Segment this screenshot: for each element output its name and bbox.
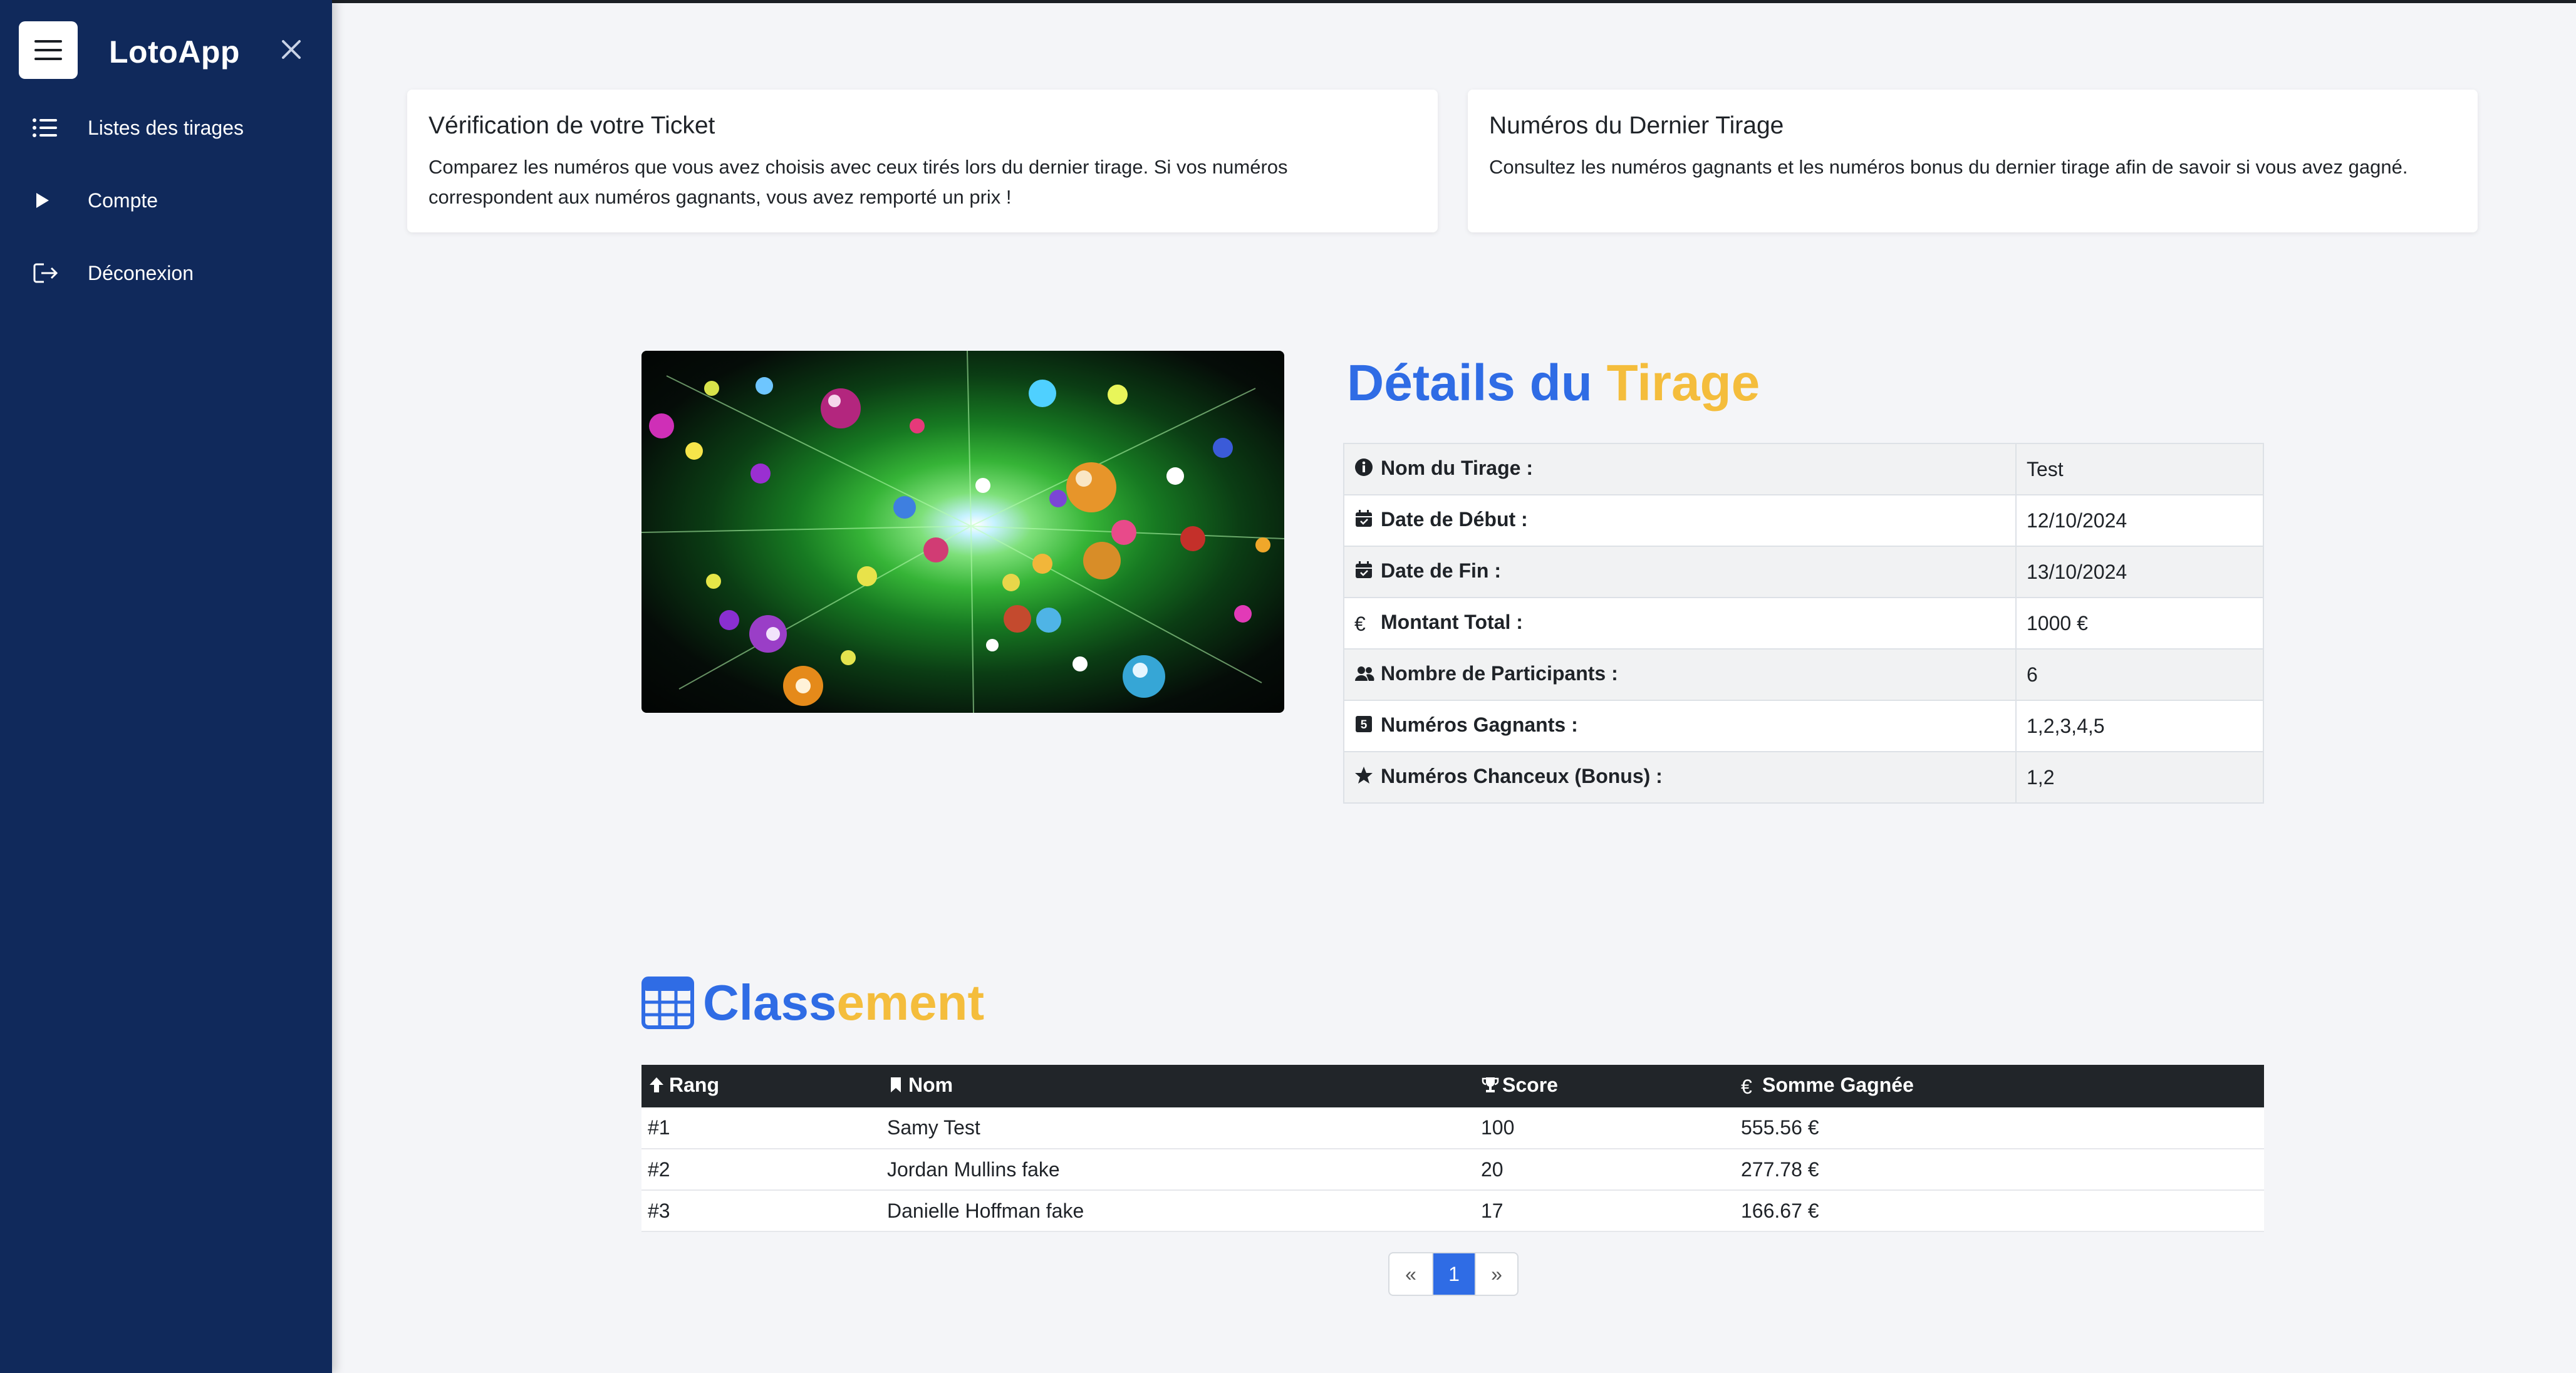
classement-title-part1: Class — [703, 975, 837, 1030]
main-content: Vérification de votre Ticket Comparez le… — [332, 3, 2576, 1373]
sidebar-item-deconexion[interactable]: Déconexion — [0, 248, 332, 298]
sidebar-item-label: Compte — [88, 189, 158, 212]
amount-cell: 277.78 € — [1735, 1149, 2264, 1191]
app-title: LotoApp — [109, 34, 240, 70]
sidebar-item-label: Déconexion — [88, 261, 194, 284]
details-label: Numéros Chanceux (Bonus) : — [1381, 765, 1663, 788]
details-title-part2: Tirage — [1606, 355, 1760, 412]
number-5-icon: 5 — [1356, 715, 1372, 732]
details-title-part1: Détails du — [1347, 355, 1607, 412]
lottery-balls-image — [641, 351, 1284, 713]
details-value: 1,2 — [2015, 751, 2264, 804]
details-row: Date de Fin : 13/10/2024 — [1343, 546, 2264, 598]
list-icon — [33, 118, 57, 137]
details-title: Détails du Tirage — [1347, 354, 1760, 413]
details-row: Nombre de Participants : 6 — [1343, 648, 2264, 701]
amount-header: Somme Gagnée — [1762, 1074, 1914, 1097]
sidebar-item-compte[interactable]: Compte — [0, 175, 332, 225]
rank-icon — [650, 1077, 663, 1092]
rank-cell: #2 — [641, 1149, 881, 1191]
menu-toggle-button[interactable] — [19, 21, 78, 79]
details-row: € Montant Total : 1000 € — [1343, 597, 2264, 650]
rank-cell: #3 — [641, 1190, 881, 1232]
sidebar-item-tirages[interactable]: Listes des tirages — [0, 103, 332, 153]
ranking-header-row: Rang Nom Score € Somme Gagnée — [641, 1065, 2264, 1107]
details-table: Nom du Tirage : Test Date de Début : 12/… — [1343, 443, 2264, 804]
logout-icon — [33, 263, 58, 283]
last-draw-card: Numéros du Dernier Tirage Consultez les … — [1468, 90, 2478, 232]
classement-title-part2: ement — [836, 975, 985, 1030]
card-title: Vérification de votre Ticket — [428, 112, 715, 139]
details-label: Numéros Gagnants : — [1381, 713, 1578, 737]
table-row: #3 Danielle Hoffman fake 17 166.67 € — [641, 1190, 2264, 1232]
score-cell: 17 — [1475, 1190, 1735, 1232]
details-row: 5 Numéros Gagnants : 1,2,3,4,5 — [1343, 700, 2264, 752]
trophy-icon — [1482, 1077, 1499, 1092]
pagination-next-button[interactable]: » — [1475, 1253, 1517, 1295]
score-header: Score — [1502, 1074, 1558, 1097]
table-icon — [641, 977, 694, 1029]
details-row: Date de Début : 12/10/2024 — [1343, 494, 2264, 547]
details-label: Nom du Tirage : — [1381, 457, 1533, 480]
name-cell: Danielle Hoffman fake — [881, 1190, 1475, 1232]
table-row: #2 Jordan Mullins fake 20 277.78 € — [641, 1149, 2264, 1191]
details-row: Numéros Chanceux (Bonus) : 1,2 — [1343, 751, 2264, 804]
details-value: 1,2,3,4,5 — [2015, 700, 2264, 752]
details-value: 13/10/2024 — [2015, 546, 2264, 598]
amount-cell: 555.56 € — [1735, 1107, 2264, 1149]
euro-icon: € — [1741, 1075, 1752, 1098]
rank-header: Rang — [669, 1074, 719, 1097]
info-icon — [1355, 458, 1373, 476]
classement-title: Class ement — [641, 974, 984, 1032]
card-title: Numéros du Dernier Tirage — [1489, 112, 1784, 139]
details-row: Nom du Tirage : Test — [1343, 443, 2264, 495]
details-value: Test — [2015, 443, 2264, 495]
score-cell: 100 — [1475, 1107, 1735, 1149]
details-label: Date de Fin : — [1381, 559, 1502, 583]
calendar-icon — [1356, 509, 1372, 527]
star-icon — [1355, 766, 1373, 784]
ranking-table: Rang Nom Score € Somme Gagnée #1 Samy Tes… — [641, 1065, 2264, 1232]
sidebar-header: LotoApp — [19, 21, 319, 80]
details-value: 1000 € — [2015, 597, 2264, 650]
score-cell: 20 — [1475, 1149, 1735, 1191]
details-value: 12/10/2024 — [2015, 494, 2264, 547]
svg-text:5: 5 — [1361, 718, 1368, 732]
card-text: Consultez les numéros gagnants et les nu… — [1489, 156, 2408, 178]
details-label: Montant Total : — [1381, 611, 1523, 634]
rank-cell: #1 — [641, 1107, 881, 1149]
ticket-verification-card: Vérification de votre Ticket Comparez le… — [407, 90, 1438, 232]
bookmark-icon — [891, 1077, 901, 1092]
hamburger-icon — [34, 40, 62, 60]
euro-icon: € — [1354, 612, 1366, 635]
details-value: 6 — [2015, 648, 2264, 701]
calendar-icon — [1356, 561, 1372, 578]
sidebar: LotoApp Listes des tirages Compte Décone… — [0, 0, 332, 1373]
close-icon[interactable] — [276, 34, 307, 65]
details-label: Date de Début : — [1381, 508, 1528, 531]
pagination-prev-button[interactable]: « — [1389, 1253, 1432, 1295]
sidebar-item-label: Listes des tirages — [88, 116, 244, 139]
name-cell: Jordan Mullins fake — [881, 1149, 1475, 1191]
pagination-page-button[interactable]: 1 — [1432, 1253, 1475, 1295]
pagination: « 1 » — [1388, 1252, 1519, 1296]
amount-cell: 166.67 € — [1735, 1190, 2264, 1232]
play-icon — [36, 193, 49, 208]
name-cell: Samy Test — [881, 1107, 1475, 1149]
details-label: Nombre de Participants : — [1381, 662, 1618, 685]
table-row: #1 Samy Test 100 555.56 € — [641, 1107, 2264, 1149]
card-text: Comparez les numéros que vous avez chois… — [428, 156, 1288, 208]
name-header: Nom — [908, 1074, 953, 1097]
users-icon — [1355, 666, 1374, 681]
